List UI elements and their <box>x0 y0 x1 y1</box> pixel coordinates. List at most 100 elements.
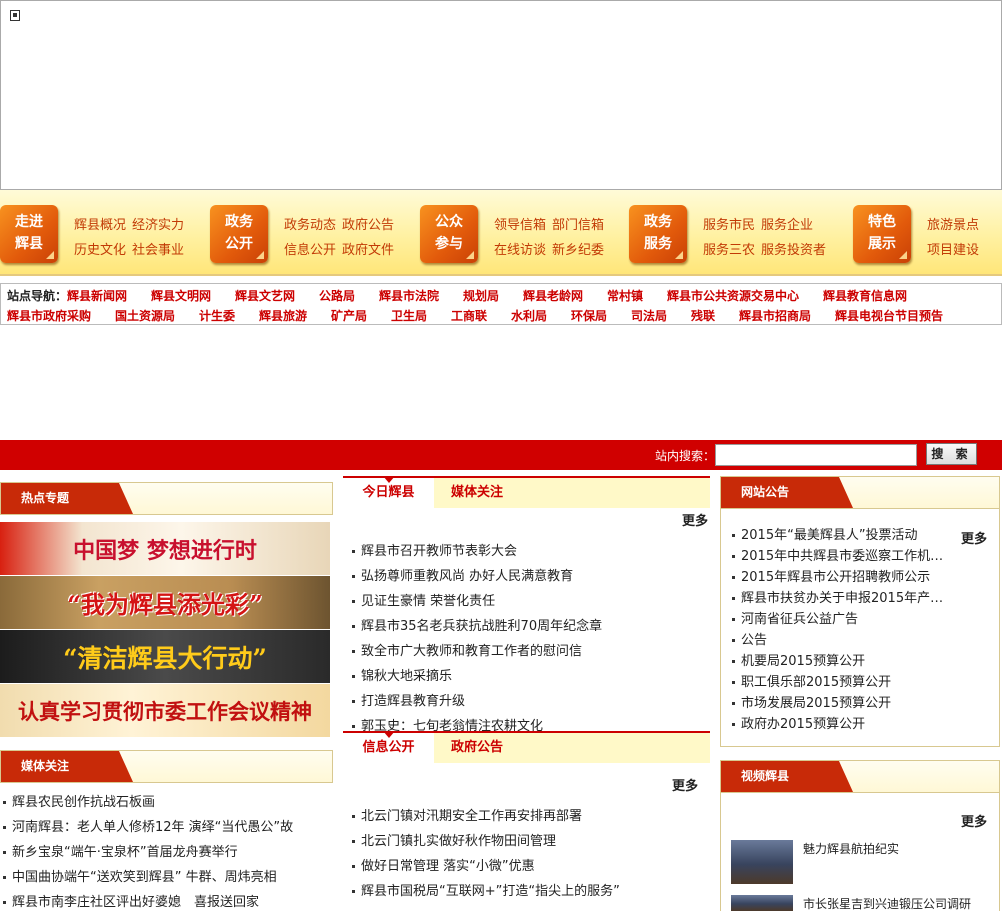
tab-today[interactable]: 今日辉县 <box>343 476 434 509</box>
site-nav-link[interactable]: 卫生局 <box>391 307 427 324</box>
list-item[interactable]: 辉县市召开教师节表彰大会 <box>352 542 517 562</box>
video-caption[interactable]: 市长张星吉到兴迪锻压公司调研 <box>803 895 971 911</box>
site-nav-link[interactable]: 规划局 <box>463 287 499 304</box>
list-item[interactable]: 职工俱乐部2015预算公开 <box>732 673 891 693</box>
site-nav-link[interactable]: 辉县电视台节目预告 <box>835 307 943 324</box>
video-caption[interactable]: 魅力辉县航拍纪实 <box>803 840 899 857</box>
nav-link[interactable]: 项目建设 <box>927 243 979 258</box>
today-list: 辉县市召开教师节表彰大会 弘扬尊师重教风尚 办好人民满意教育 见证生豪情 荣誉化… <box>352 542 710 732</box>
list-item[interactable]: 政府办2015预算公开 <box>732 715 865 735</box>
info-more-link[interactable]: 更多 <box>672 775 698 794</box>
nav-link[interactable]: 政府文件 <box>342 243 394 258</box>
list-item[interactable]: 机要局2015预算公开 <box>732 652 865 672</box>
nav-link[interactable]: 旅游景点 <box>927 218 979 233</box>
list-item[interactable]: 公告 <box>732 631 767 651</box>
promo-banner-study-spirit[interactable]: 认真学习贯彻市委工作会议精神 <box>0 684 330 737</box>
notice-header: 网站公告 <box>720 476 1000 509</box>
nav-link[interactable]: 辉县概况 <box>74 218 126 233</box>
search-input[interactable] <box>715 444 917 466</box>
list-item[interactable]: 2015年中共辉县市委巡察工作机… <box>732 547 943 567</box>
site-nav-link[interactable]: 残联 <box>691 307 715 324</box>
list-item[interactable]: 中国曲协端午“送欢笑到辉县” 牛群、周炜亮相 <box>3 868 277 888</box>
list-item[interactable]: 河南省征兵公益广告 <box>732 610 858 630</box>
nav-link[interactable]: 政务动态 <box>284 218 336 233</box>
nav-link[interactable]: 新乡纪委 <box>552 243 604 258</box>
site-nav-link[interactable]: 计生委 <box>199 307 235 324</box>
site-nav-link[interactable]: 常村镇 <box>607 287 643 304</box>
site-nav-link[interactable]: 矿产局 <box>331 307 367 324</box>
site-navigation: 站点导航： 辉县新闻网 辉县文明网 辉县文艺网 公路局 辉县市法院 规划局 辉县… <box>0 283 1002 325</box>
nav-link[interactable]: 在线访谈 <box>494 243 546 258</box>
nav-link[interactable]: 部门信箱 <box>552 218 604 233</box>
nav-button-gongzhong[interactable]: 公众 参与 <box>420 205 478 263</box>
video-thumbnail[interactable] <box>731 895 793 911</box>
list-item[interactable]: 辉县市南李庄社区评出好婆媳 喜报送回家 <box>3 893 259 911</box>
list-item[interactable]: 辉县农民创作抗战石板画 <box>3 793 155 813</box>
site-nav-link[interactable]: 辉县新闻网 <box>67 287 127 304</box>
list-item[interactable]: 弘扬尊师重教风尚 办好人民满意教育 <box>352 567 573 587</box>
search-button[interactable]: 搜 索 <box>926 443 977 465</box>
tab-notice[interactable]: 政府公告 <box>451 733 503 763</box>
nav-button-zoujin[interactable]: 走进 辉县 <box>0 205 58 263</box>
nav-link[interactable]: 经济实力 <box>132 218 184 233</box>
list-item[interactable]: 辉县市35名老兵获抗战胜利70周年纪念章 <box>352 617 602 637</box>
list-item[interactable]: 锦秋大地采摘乐 <box>352 667 452 687</box>
promo-banner-add-glory[interactable]: “我为辉县添光彩” <box>0 576 330 629</box>
site-nav-link[interactable]: 辉县老龄网 <box>523 287 583 304</box>
list-item[interactable]: 市场发展局2015预算公开 <box>732 694 891 714</box>
nav-link[interactable]: 历史文化 <box>74 243 126 258</box>
list-item[interactable]: 辉县市国税局“互联网+”打造“指尖上的服务” <box>352 882 620 902</box>
promo-banner-clean-huixian[interactable]: “清洁辉县大行动” <box>0 630 330 683</box>
nav-button-tese[interactable]: 特色 展示 <box>853 205 911 263</box>
nav-link[interactable]: 信息公开 <box>284 243 336 258</box>
site-nav-link[interactable]: 辉县文明网 <box>151 287 211 304</box>
video-more-link[interactable]: 更多 <box>961 811 987 830</box>
nav-link[interactable]: 领导信箱 <box>494 218 546 233</box>
site-nav-link[interactable]: 辉县市招商局 <box>739 307 811 324</box>
site-nav-link[interactable]: 工商联 <box>451 307 487 324</box>
site-nav-link[interactable]: 辉县教育信息网 <box>823 287 907 304</box>
notice-title: 网站公告 <box>721 477 853 508</box>
list-item[interactable]: 2015年“最美辉县人”投票活动 <box>732 526 918 546</box>
video-thumbnail[interactable] <box>731 840 793 884</box>
list-item[interactable]: 辉县市扶贫办关于申报2015年产… <box>732 589 943 609</box>
list-item[interactable]: 郭玉史：七旬老翁情注农耕文化 <box>352 717 543 732</box>
site-nav-link[interactable]: 辉县旅游 <box>259 307 307 324</box>
nav-links-fuwu: 服务市民 服务企业 服务三农 服务投资者 <box>703 213 843 263</box>
nav-link[interactable]: 服务市民 <box>703 218 755 233</box>
list-item[interactable]: 北云门镇对汛期安全工作再安排再部署 <box>352 807 582 827</box>
nav-button-fuwu[interactable]: 政务 服务 <box>629 205 687 263</box>
list-item[interactable]: 致全市广大教师和教育工作者的慰问信 <box>352 642 582 662</box>
media-left-list: 辉县农民创作抗战石板画 河南辉县：老人单人修桥12年 演绎“当代愚公”故 新乡宝… <box>3 793 330 911</box>
site-nav-link[interactable]: 司法局 <box>631 307 667 324</box>
promo-banner-china-dream[interactable]: 中国梦 梦想进行时 <box>0 522 330 575</box>
nav-link[interactable]: 服务企业 <box>761 218 813 233</box>
promo-text: “我为辉县添光彩” <box>67 590 263 619</box>
tab-info[interactable]: 信息公开 <box>343 731 434 764</box>
nav-links-tese: 旅游景点 项目建设 <box>927 213 1002 263</box>
tab-media[interactable]: 媒体关注 <box>451 478 503 508</box>
site-nav-link[interactable]: 国土资源局 <box>115 307 175 324</box>
nav-button-zhengwu[interactable]: 政务 公开 <box>210 205 268 263</box>
nav-link[interactable]: 社会事业 <box>132 243 184 258</box>
list-item[interactable]: 见证生豪情 荣誉化责任 <box>352 592 495 612</box>
list-item[interactable]: 北云门镇扎实做好秋作物田间管理 <box>352 832 556 852</box>
nav-link[interactable]: 政府公告 <box>342 218 394 233</box>
site-nav-prefix: 站点导航： <box>7 289 68 303</box>
site-nav-link[interactable]: 水利局 <box>511 307 547 324</box>
site-nav-link[interactable]: 公路局 <box>319 287 355 304</box>
nav-link[interactable]: 服务三农 <box>703 243 755 258</box>
nav-link[interactable]: 服务投资者 <box>761 243 826 258</box>
notice-more-link[interactable]: 更多 <box>961 528 987 547</box>
site-nav-link[interactable]: 辉县市公共资源交易中心 <box>667 287 799 304</box>
list-item[interactable]: 做好日常管理 落实“小微”优惠 <box>352 857 535 877</box>
site-nav-link[interactable]: 辉县市政府采购 <box>7 307 91 324</box>
site-nav-link[interactable]: 辉县市法院 <box>379 287 439 304</box>
list-item[interactable]: 新乡宝泉“端午·宝泉杯”首届龙舟赛举行 <box>3 843 238 863</box>
today-more-link[interactable]: 更多 <box>682 510 708 529</box>
list-item[interactable]: 2015年辉县市公开招聘教师公示 <box>732 568 930 588</box>
list-item[interactable]: 打造辉县教育升级 <box>352 692 465 712</box>
list-item[interactable]: 河南辉县：老人单人修桥12年 演绎“当代愚公”故 <box>3 818 293 838</box>
site-nav-link[interactable]: 辉县文艺网 <box>235 287 295 304</box>
site-nav-link[interactable]: 环保局 <box>571 307 607 324</box>
